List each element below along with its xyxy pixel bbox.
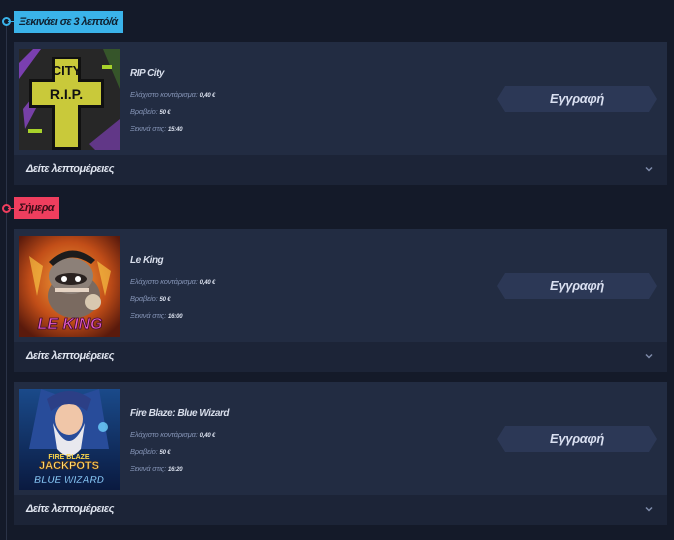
min-bet-value: 0,40 € [199,433,216,439]
section-tag-today: Σήμερα [14,197,59,219]
register-button[interactable]: Εγγραφή [497,273,657,299]
details-toggle[interactable]: Δείτε λεπτομέρειες [14,155,667,185]
start-label: Ξεκινά στις: [130,464,167,473]
min-bet-line: Ελάχιστο κοντάρισμα: 0,40 € [130,277,215,286]
chevron-down-icon[interactable] [645,505,653,513]
tournament-card: CITY R.I.P. RIP City Ελάχιστο κοντάρισμα… [14,42,667,185]
start-line: Ξεκινά στις: 16:00 [130,311,183,320]
prize-value: 50 € [159,297,171,303]
thumb-text: BLUE WIZARD [34,475,104,486]
thumb-text: R.I.P. [50,86,83,102]
start-label: Ξεκινά στις: [130,124,167,133]
min-bet-value: 0,40 € [199,280,216,286]
start-value: 16:00 [168,314,183,320]
prize-label: Βραβείο: [130,107,158,116]
min-bet-line: Ελάχιστο κοντάρισμα: 0,40 € [130,90,215,99]
prize-value: 50 € [159,450,171,456]
min-bet-line: Ελάχιστο κοντάρισμα: 0,40 € [130,430,215,439]
tournament-card: FIRE BLAZE JACKPOTS BLUE WIZARD Fire Bla… [14,382,667,525]
prize-label: Βραβείο: [130,294,158,303]
le-king-raccoon-icon[interactable]: LE KING [19,236,120,337]
details-toggle[interactable]: Δείτε λεπτομέρειες [14,342,667,372]
card-main: LE KING Le King Ελάχιστο κοντάρισμα: 0,40… [14,229,667,342]
details-label: Δείτε λεπτομέρειες [26,503,114,515]
chevron-down-icon[interactable] [645,352,653,360]
card-main: FIRE BLAZE JACKPOTS BLUE WIZARD Fire Bla… [14,382,667,495]
register-button[interactable]: Εγγραφή [497,426,657,452]
timeline-line [6,20,7,540]
game-title[interactable]: Le King [130,255,164,266]
start-label: Ξεκινά στις: [130,311,167,320]
prize-label: Βραβείο: [130,447,158,456]
prize-line: Βραβείο: 50 € [130,294,171,303]
game-title[interactable]: RIP City [130,68,164,79]
thumb-text: LE KING [38,316,103,333]
min-bet-label: Ελάχιστο κοντάρισμα: [130,277,198,286]
blue-wizard-icon[interactable]: FIRE BLAZE JACKPOTS BLUE WIZARD [19,389,120,490]
tournament-card: LE KING Le King Ελάχιστο κοντάρισμα: 0,40… [14,229,667,372]
details-toggle[interactable]: Δείτε λεπτομέρειες [14,495,667,525]
thumb-text: JACKPOTS [39,460,99,472]
prize-value: 50 € [159,110,171,116]
min-bet-value: 0,40 € [199,93,216,99]
start-line: Ξεκινά στις: 16:20 [130,464,183,473]
start-value: 16:20 [168,467,183,473]
chevron-down-icon[interactable] [645,165,653,173]
thumb-text: CITY [52,63,82,78]
details-label: Δείτε λεπτομέρειες [26,350,114,362]
details-label: Δείτε λεπτομέρειες [26,163,114,175]
prize-line: Βραβείο: 50 € [130,447,171,456]
start-value: 15:40 [168,127,183,133]
game-title[interactable]: Fire Blaze: Blue Wizard [130,408,230,419]
start-line: Ξεκινά στις: 15:40 [130,124,183,133]
prize-line: Βραβείο: 50 € [130,107,171,116]
min-bet-label: Ελάχιστο κοντάρισμα: [130,90,198,99]
rip-city-cross-icon[interactable]: CITY R.I.P. [19,49,120,150]
register-button[interactable]: Εγγραφή [497,86,657,112]
section-tag-starting-soon: Ξεκινάει σε 3 λεπτό/ά [14,11,123,33]
min-bet-label: Ελάχιστο κοντάρισμα: [130,430,198,439]
card-main: CITY R.I.P. RIP City Ελάχιστο κοντάρισμα… [14,42,667,155]
